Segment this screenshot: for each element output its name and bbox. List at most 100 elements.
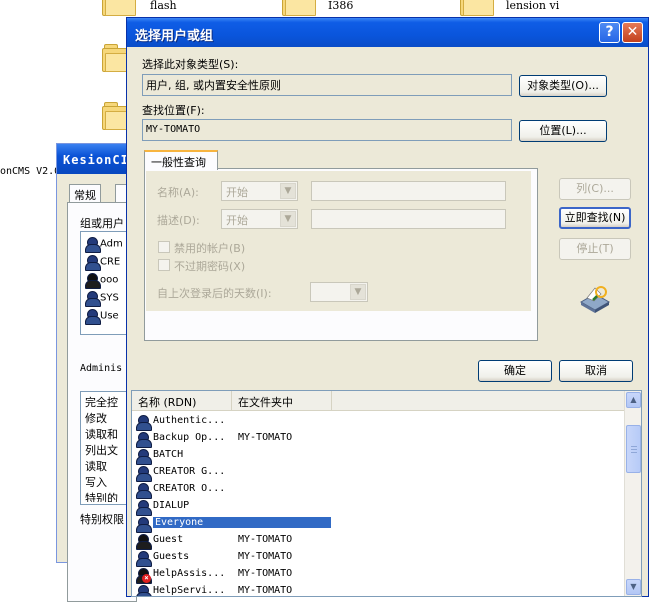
user-group-icon (85, 308, 101, 325)
row-name: DIALUP (153, 500, 190, 511)
admin-label: Adminis (80, 363, 123, 374)
user-group-icon (85, 290, 101, 307)
query-fields: 名称(A): 开始 ▼ 描述(D): 开始 ▼ 禁用的帐户(B) 不过期密码(X… (146, 171, 531, 311)
scroll-thumb[interactable] (626, 425, 641, 473)
vertical-scrollbar[interactable]: ▲ ▼ (624, 391, 641, 596)
disabled-icon: × (142, 574, 151, 583)
background-window-title[interactable]: KesionCI (57, 144, 135, 174)
no-expire-password-label: 不过期密码(X) (174, 260, 246, 273)
description-label: 描述(D): (157, 214, 200, 227)
folder-icon[interactable] (102, 0, 136, 16)
special-permissions-label: 特别权限 (80, 513, 124, 526)
object-type-label: 选择此对象类型(S): (142, 58, 239, 71)
locations-button[interactable]: 位置(L)... (519, 120, 607, 142)
list-item[interactable]: ooo (85, 272, 118, 290)
list-item[interactable]: Use (85, 308, 119, 326)
chevron-down-icon[interactable]: ▼ (280, 211, 296, 227)
row-folder: MY-TOMATO (238, 585, 293, 596)
table-row[interactable]: CREATOR G... (136, 464, 336, 482)
arrow-down-icon[interactable]: ▼ (626, 579, 641, 595)
chevron-down-icon[interactable]: ▼ (350, 284, 366, 300)
list-item[interactable]: SYS (85, 290, 119, 308)
list-item[interactable]: CRE (85, 254, 120, 272)
table-row[interactable]: × HelpAssis... MY-TOMATO (136, 566, 336, 584)
search-results-list[interactable]: 名称 (RDN) 在文件夹中 Authentic... Backup Op... M… (131, 390, 642, 597)
column-header-name[interactable]: 名称 (RDN) (132, 391, 232, 411)
user-group-icon (136, 482, 152, 499)
tab-general[interactable]: 常规 (69, 184, 101, 202)
printer-search-icon (579, 286, 611, 313)
disabled-accounts-label: 禁用的帐户(B) (174, 242, 246, 255)
row-name: Everyone (153, 517, 331, 528)
close-button[interactable]: ✕ (622, 22, 643, 43)
user-group-icon (136, 584, 152, 596)
row-name: BATCH (153, 449, 184, 460)
days-since-login-select[interactable]: ▼ (310, 282, 368, 302)
days-since-login-label: 自上次登录后的天数(I): (157, 287, 272, 300)
row-name: HelpServi... (153, 585, 226, 596)
group-users-label: 组或用户 (80, 217, 124, 230)
dialog-title: 选择用户或组 (135, 29, 214, 44)
list-item[interactable]: Adm (85, 236, 123, 254)
object-type-field: 用户, 组, 或内置安全性原则 (142, 74, 512, 96)
tab-common-queries[interactable]: 一般性查询 (144, 150, 218, 170)
row-folder: MY-TOMATO (238, 568, 293, 579)
folder-name-lension[interactable]: lension vi (506, 0, 559, 12)
columns-button[interactable]: 列(C)... (559, 178, 631, 200)
background-app-text: onCMS V2.0 (0, 166, 61, 177)
ok-button[interactable]: 确定 (478, 360, 552, 382)
user-group-icon (136, 465, 152, 482)
list-item[interactable]: 特别的 (85, 490, 118, 502)
user-group-icon (136, 516, 152, 533)
no-expire-password-checkbox[interactable] (158, 259, 170, 271)
find-now-button[interactable]: 立即查找(N) (559, 207, 631, 229)
row-name: Backup Op... (153, 432, 226, 443)
background-properties-window[interactable]: KesionCI 常规 组或用户 Adm CRE ooo SYS Use Adm… (56, 143, 140, 602)
row-name: HelpAssis... (153, 568, 226, 579)
column-header-folder[interactable]: 在文件夹中 (232, 391, 332, 411)
arrow-up-icon[interactable]: ▲ (626, 392, 641, 408)
user-group-icon (85, 236, 101, 253)
folder-icon[interactable] (460, 0, 494, 16)
dialog-title-bar[interactable]: 选择用户或组 ? ✕ (127, 18, 648, 47)
column-header-filler (332, 391, 626, 411)
help-button[interactable]: ? (599, 22, 620, 43)
row-name: CREATOR O... (153, 483, 226, 494)
row-name: CREATOR G... (153, 466, 226, 477)
user-icon (136, 533, 152, 550)
table-row[interactable]: Everyone (136, 515, 336, 533)
folder-name-flash[interactable]: flash (150, 0, 177, 12)
object-types-button[interactable]: 对象类型(O)... (519, 75, 607, 97)
chevron-down-icon[interactable]: ▼ (280, 183, 296, 199)
row-name: Authentic... (153, 415, 226, 426)
table-row[interactable]: Guest MY-TOMATO (136, 532, 336, 550)
name-label: 名称(A): (157, 186, 199, 199)
question-icon: ? (605, 24, 614, 40)
name-mode-select[interactable]: 开始 ▼ (221, 181, 298, 201)
user-group-icon (136, 499, 152, 516)
description-mode-select[interactable]: 开始 ▼ (221, 209, 298, 229)
row-folder: MY-TOMATO (238, 432, 293, 443)
description-input[interactable] (311, 209, 506, 229)
row-name: Guests (153, 551, 190, 562)
row-folder: MY-TOMATO (238, 534, 293, 545)
user-group-icon (85, 254, 101, 271)
disabled-accounts-checkbox[interactable] (158, 241, 170, 253)
table-row[interactable]: DIALUP (136, 498, 336, 516)
table-row[interactable]: Guests MY-TOMATO (136, 549, 336, 567)
table-row[interactable]: CREATOR O... (136, 481, 336, 499)
close-icon: ✕ (626, 24, 639, 40)
table-row[interactable]: Authentic... (136, 413, 336, 431)
stop-button[interactable]: 停止(T) (559, 238, 631, 260)
table-row[interactable]: Backup Op... MY-TOMATO (136, 430, 336, 448)
table-row[interactable]: HelpServi... MY-TOMATO (136, 583, 336, 596)
row-folder: MY-TOMATO (238, 551, 293, 562)
user-icon: × (136, 567, 152, 584)
folder-name-i386[interactable]: I386 (328, 0, 353, 12)
cancel-button[interactable]: 取消 (559, 360, 633, 382)
folder-icon[interactable] (282, 0, 316, 16)
user-group-icon (136, 414, 152, 431)
table-row[interactable]: BATCH (136, 447, 336, 465)
name-input[interactable] (311, 181, 506, 201)
user-group-icon (136, 550, 152, 567)
